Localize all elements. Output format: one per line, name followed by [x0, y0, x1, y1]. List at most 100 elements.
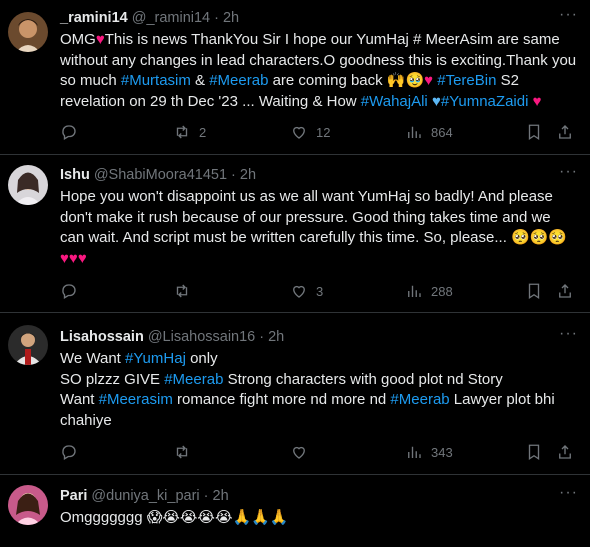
avatar[interactable]: [8, 325, 48, 365]
hashtag-link[interactable]: #YumnaZaidi: [441, 93, 529, 110]
views-count: 864: [431, 124, 453, 140]
tweet-text-segment: OMG: [60, 31, 96, 48]
timestamp[interactable]: 2h: [223, 8, 239, 28]
separator-dot: ·: [214, 10, 219, 26]
hashtag-link[interactable]: #Meerab: [390, 391, 449, 408]
retweet-count: 2: [199, 124, 207, 140]
hashtag-link[interactable]: #YumHaj: [125, 350, 186, 367]
timestamp[interactable]: 2h: [268, 327, 284, 347]
share-icon: [559, 284, 571, 298]
tweet-actions: 2 12 864: [60, 123, 578, 143]
tweet-text-segment: Hope you won't disappoint us as we all w…: [60, 188, 568, 246]
tweet-text-segment: are coming back 🙌🥹: [268, 72, 425, 89]
tweet-header: Ishu @ShabiMoora41451 · 2h: [60, 165, 578, 185]
tweet[interactable]: Pari @duniya_ki_pari · 2h ··· Omggggggg …: [0, 475, 590, 547]
like-count: 12: [316, 124, 331, 140]
like-count: 3: [316, 283, 324, 299]
avatar[interactable]: [8, 485, 48, 525]
display-name[interactable]: Lisahossain: [60, 327, 144, 347]
heart-emoji: ♥: [424, 72, 434, 89]
display-name[interactable]: Ishu: [60, 165, 90, 185]
views-button[interactable]: 288: [405, 282, 453, 300]
display-name[interactable]: _ramini14: [60, 8, 128, 28]
timestamp[interactable]: 2h: [213, 486, 229, 506]
avatar[interactable]: [8, 12, 48, 52]
bookmark-icon: [528, 283, 540, 300]
reply-icon: [62, 125, 76, 140]
views-count: 288: [431, 283, 453, 299]
tweet-header: Pari @duniya_ki_pari · 2h: [60, 486, 578, 506]
tweet-text: Hope you won't disappoint us as we all w…: [60, 187, 578, 269]
more-options-icon[interactable]: ···: [559, 164, 578, 180]
views-button[interactable]: 864: [405, 123, 453, 141]
reply-button[interactable]: [60, 282, 86, 300]
retweet-button[interactable]: [173, 443, 199, 461]
tweet-text: Omggggggg 😱😭😭😭😭🙏🙏🙏: [60, 508, 578, 529]
like-button[interactable]: [290, 443, 316, 461]
more-options-icon[interactable]: ···: [559, 485, 578, 501]
share-button[interactable]: [556, 282, 574, 300]
separator-dot: ·: [231, 167, 236, 183]
hashtag-link[interactable]: #TereBin: [437, 72, 496, 89]
reply-icon: [62, 284, 76, 299]
retweet-icon: [176, 445, 188, 459]
heart-emoji: ♥: [431, 92, 441, 110]
tweet-text-segment: &: [190, 72, 210, 89]
user-handle[interactable]: @_ramini14: [132, 8, 210, 28]
more-options-icon[interactable]: ···: [559, 326, 578, 342]
separator-dot: ·: [259, 329, 265, 345]
heart-icon: [293, 285, 305, 298]
tweet-text-segment: We Want: [60, 350, 126, 367]
share-button[interactable]: [556, 123, 574, 141]
views-count: 343: [431, 444, 453, 460]
retweet-button[interactable]: 2: [173, 123, 206, 141]
reply-button[interactable]: [60, 443, 86, 461]
views-button[interactable]: 343: [405, 443, 453, 461]
user-handle[interactable]: @ShabiMoora41451: [94, 165, 227, 185]
avatar[interactable]: [8, 165, 48, 205]
heart-emoji: ♥: [532, 92, 542, 110]
views-icon: [408, 285, 421, 297]
bookmark-button[interactable]: [525, 123, 543, 141]
share-button[interactable]: [556, 443, 574, 461]
separator-dot: ·: [203, 488, 209, 504]
heart-icon: [293, 446, 305, 459]
bookmark-button[interactable]: [525, 443, 543, 461]
tweet-text: We Want #YumHaj only SO plzzz GIVE #Meer…: [60, 349, 578, 431]
tweet-actions: 3 288: [60, 282, 578, 302]
timestamp[interactable]: 2h: [240, 165, 256, 185]
retweet-icon: [176, 125, 188, 139]
hashtag-link[interactable]: #Meerasim: [99, 391, 173, 408]
display-name[interactable]: Pari: [60, 486, 87, 506]
views-icon: [408, 126, 421, 138]
heart-emoji: ♥: [95, 31, 105, 48]
tweet[interactable]: Ishu @ShabiMoora41451 · 2h ··· Hope you …: [0, 155, 590, 313]
retweet-icon: [176, 284, 188, 298]
tweet[interactable]: _ramini14 @_ramini14 · 2h ··· OMG♥This i…: [0, 0, 590, 155]
hashtag-link[interactable]: #Meerab: [209, 72, 268, 89]
retweet-button[interactable]: [173, 282, 199, 300]
share-icon: [559, 445, 571, 459]
more-options-icon[interactable]: ···: [559, 7, 578, 23]
hashtag-link[interactable]: #Murtasim: [121, 72, 191, 89]
bookmark-button[interactable]: [525, 282, 543, 300]
heart-icon: [293, 126, 305, 139]
bookmark-icon: [528, 444, 540, 461]
tweet-header: Lisahossain @Lisahossain16 · 2h: [60, 327, 578, 347]
tweet-text: OMG♥This is news ThankYou Sir I hope our…: [60, 30, 578, 112]
hashtag-link[interactable]: #WahajAli: [361, 93, 428, 110]
tweet-header: _ramini14 @_ramini14 · 2h: [60, 8, 578, 28]
views-icon: [408, 446, 421, 458]
like-button[interactable]: 12: [290, 123, 330, 141]
tweet-text-segment: romance fight more nd more nd: [172, 391, 391, 408]
share-icon: [559, 125, 571, 139]
user-handle[interactable]: @Lisahossain16: [148, 327, 255, 347]
hashtag-link[interactable]: #Meerab: [164, 371, 223, 388]
like-button[interactable]: 3: [290, 282, 323, 300]
tweet[interactable]: Lisahossain @Lisahossain16 · 2h ··· We W…: [0, 313, 590, 475]
tweet-actions: 343: [60, 443, 578, 463]
reply-button[interactable]: [60, 123, 86, 141]
tweet-text-segment: Omggggggg 😱😭😭😭😭🙏🙏🙏: [60, 509, 289, 526]
reply-icon: [62, 445, 76, 460]
user-handle[interactable]: @duniya_ki_pari: [91, 486, 199, 506]
